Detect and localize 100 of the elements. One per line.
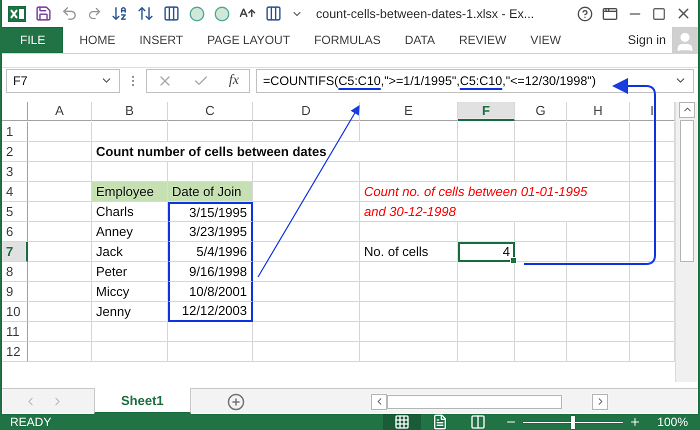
cell[interactable]: Count number of cells between dates [92,142,458,162]
cell[interactable] [630,322,675,342]
row-header[interactable]: 6 [2,222,28,242]
select-all-corner[interactable] [2,102,28,121]
cell[interactable] [567,142,630,162]
cell[interactable] [253,282,360,302]
cell[interactable] [28,222,92,242]
cell[interactable] [515,142,567,162]
cell[interactable]: 3/15/1995 [168,202,253,222]
cell[interactable] [28,242,92,262]
cell[interactable] [168,122,253,142]
scroll-left-icon[interactable] [371,394,387,410]
cell[interactable] [360,342,458,362]
row-header[interactable]: 2 [2,142,28,162]
cell[interactable] [28,202,92,222]
column-header[interactable]: I [630,102,675,121]
ribbon-tab[interactable]: REVIEW [446,27,518,54]
row-header[interactable]: 12 [2,342,28,362]
cell[interactable] [458,302,515,322]
insert-function-button[interactable]: fx [228,72,239,89]
cell[interactable] [567,262,630,282]
column-header[interactable]: E [360,102,458,121]
column-header[interactable]: A [28,102,92,121]
cell[interactable] [92,322,168,342]
cell[interactable] [458,342,515,362]
redo-icon[interactable] [87,6,102,22]
cell[interactable] [360,162,458,182]
ribbon-tab[interactable]: DATA [392,27,447,54]
cell[interactable] [28,282,92,302]
cell[interactable] [567,342,630,362]
cell[interactable] [515,302,567,322]
cell[interactable] [28,322,92,342]
columns-icon[interactable] [265,5,282,22]
cell[interactable] [567,302,630,322]
cell[interactable]: Employee [92,182,168,202]
cell[interactable] [28,142,92,162]
ribbon-tab[interactable]: INSERT [127,27,196,54]
cell[interactable] [630,142,675,162]
cell[interactable] [567,162,630,182]
row-header[interactable]: 10 [2,302,28,322]
cell[interactable] [28,302,92,322]
row-header[interactable]: 7 [2,242,28,262]
ribbon-display-icon[interactable] [602,6,618,22]
scrollbar-thumb[interactable] [680,120,694,262]
add-sheet-icon[interactable] [226,392,245,411]
cell[interactable]: Jack [92,242,168,262]
cell[interactable] [515,342,567,362]
row-header[interactable]: 5 [2,202,28,222]
row-header[interactable]: 11 [2,322,28,342]
scrollbar-thumb[interactable] [387,394,562,409]
circle-icon[interactable] [214,6,230,22]
ribbon-tab[interactable]: PAGE LAYOUT [195,27,302,54]
cell[interactable] [567,242,630,262]
ribbon-tab[interactable]: VIEW [518,27,573,54]
cell[interactable] [360,122,458,142]
cell[interactable] [630,122,675,142]
cell[interactable] [515,122,567,142]
column-header[interactable]: H [567,102,630,121]
cell[interactable] [253,322,360,342]
avatar-icon[interactable] [672,27,698,54]
circle-icon[interactable] [189,6,205,22]
cell[interactable] [253,242,360,262]
sheet-tab[interactable]: Sheet1 [94,388,191,414]
row-header[interactable]: 3 [2,162,28,182]
cell[interactable]: Date of Join [168,182,253,202]
cell[interactable] [28,122,92,142]
maximize-icon[interactable] [652,6,666,21]
cell[interactable] [458,222,515,242]
cell[interactable] [360,222,458,242]
scroll-right-icon[interactable] [592,394,608,410]
column-header[interactable]: D [253,102,360,121]
cell[interactable] [253,302,360,322]
cell[interactable]: Jenny [92,302,168,322]
cell[interactable] [630,342,675,362]
cell[interactable] [515,262,567,282]
column-header[interactable]: F [458,102,515,121]
cell[interactable] [458,282,515,302]
cell[interactable] [630,262,675,282]
cell[interactable] [515,222,567,242]
zoom-level[interactable]: 100% [657,415,688,429]
cell[interactable] [253,122,360,142]
cell[interactable] [168,342,253,362]
cell[interactable]: 3/23/1995 [168,222,253,242]
row-header[interactable]: 4 [2,182,28,202]
cell[interactable] [630,202,675,222]
cell[interactable] [515,162,567,182]
cell[interactable] [630,162,675,182]
cell[interactable] [253,202,360,222]
cell[interactable]: 10/8/2001 [168,282,253,302]
cell[interactable] [28,342,92,362]
cell[interactable] [630,222,675,242]
selected-cell[interactable]: 4 [458,242,515,262]
cell[interactable]: Count no. of cells between 01-01-1995 [360,182,630,202]
cell[interactable] [630,182,675,202]
cell[interactable] [458,122,515,142]
zoom-in-icon[interactable] [629,416,642,428]
cell[interactable]: Miccy [92,282,168,302]
cell[interactable] [458,142,515,162]
scroll-up-icon[interactable] [679,102,695,118]
cell[interactable]: Charls [92,202,168,222]
